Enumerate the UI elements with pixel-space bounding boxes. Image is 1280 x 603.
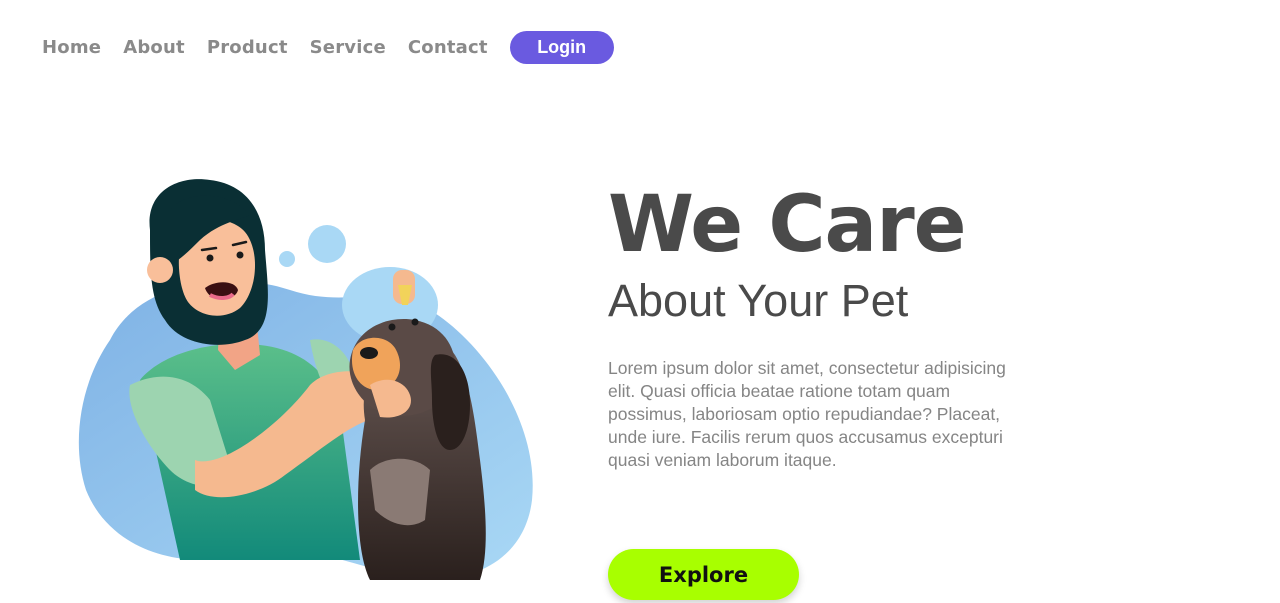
hero-description: Lorem ipsum dolor sit amet, consectetur … [608,358,1006,470]
hero-text: We Care About Your Pet Lorem ipsum dolor… [608,186,1048,472]
nav-link-service[interactable]: Service [310,37,386,58]
explore-button[interactable]: Explore [608,549,799,600]
login-button[interactable]: Login [509,30,614,64]
nav-link-home[interactable]: Home [42,37,101,58]
hero-illustration [70,170,550,600]
vet-with-dog-illustration [78,179,533,580]
nav-link-product[interactable]: Product [207,37,288,58]
hero-headline: We Care [608,180,967,270]
hero-subheadline: About Your Pet [608,275,909,326]
main-nav: Home About Product Service Contact Login [42,30,614,64]
nav-link-contact[interactable]: Contact [408,37,488,58]
nav-link-about[interactable]: About [123,37,185,58]
